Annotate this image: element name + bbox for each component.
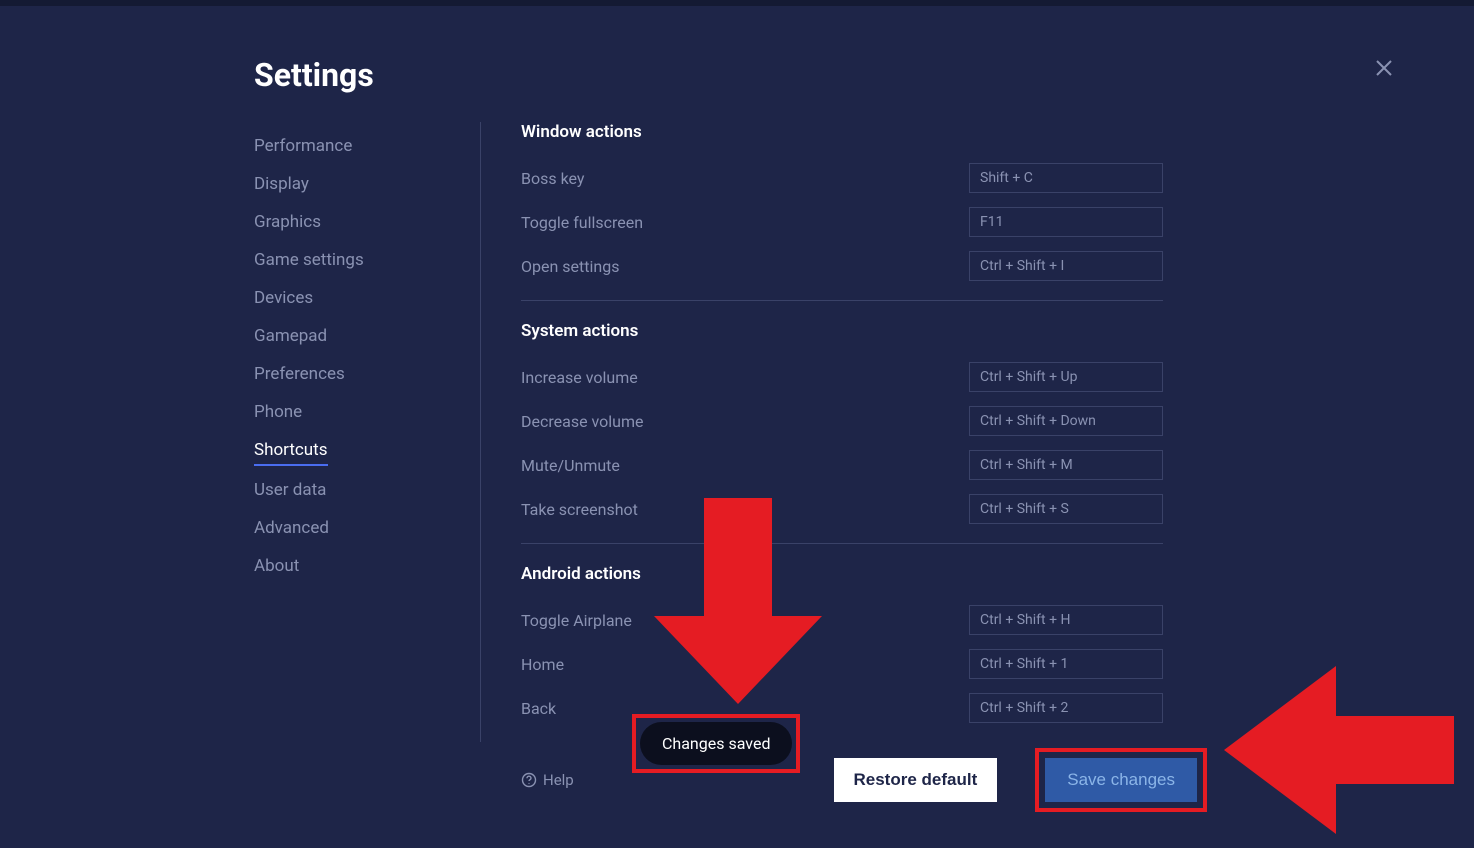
section-title-android-actions: Android actions — [521, 564, 1163, 598]
help-label: Help — [543, 771, 574, 789]
toast-changes-saved: Changes saved — [640, 722, 792, 765]
shortcut-input-volume-down[interactable]: Ctrl + Shift + Down — [969, 406, 1163, 436]
shortcut-label: Toggle Airplane — [521, 611, 632, 630]
shortcut-label: Increase volume — [521, 368, 638, 387]
sidebar-item-phone[interactable]: Phone — [254, 394, 454, 432]
sidebar-item-gamepad[interactable]: Gamepad — [254, 318, 454, 356]
shortcut-row: Open settings Ctrl + Shift + I — [521, 244, 1163, 288]
shortcut-label: Boss key — [521, 169, 584, 188]
close-icon — [1374, 58, 1394, 78]
top-border — [0, 0, 1474, 6]
section-divider — [521, 543, 1163, 544]
shortcut-row: Take screenshot Ctrl + Shift + S — [521, 487, 1163, 531]
shortcut-label: Home — [521, 655, 564, 674]
settings-sidebar: Performance Display Graphics Game settin… — [254, 128, 454, 586]
section-title-system-actions: System actions — [521, 321, 1163, 355]
annotation-highlight-save: Save changes — [1035, 748, 1207, 812]
shortcut-label: Decrease volume — [521, 412, 644, 431]
restore-default-button[interactable]: Restore default — [834, 758, 998, 802]
shortcut-input-boss-key[interactable]: Shift + C — [969, 163, 1163, 193]
shortcut-label: Toggle fullscreen — [521, 213, 643, 232]
shortcut-row: Home Ctrl + Shift + 1 — [521, 642, 1163, 686]
annotation-arrow-down — [654, 498, 822, 704]
section-title-window-actions: Window actions — [521, 122, 1163, 156]
settings-content: Window actions Boss key Shift + C Toggle… — [521, 122, 1163, 730]
shortcut-row: Toggle Airplane Ctrl + Shift + H — [521, 598, 1163, 642]
shortcut-label: Mute/Unmute — [521, 456, 620, 475]
shortcut-row: Decrease volume Ctrl + Shift + Down — [521, 399, 1163, 443]
page-title: Settings — [254, 56, 374, 94]
vertical-divider — [480, 122, 481, 742]
sidebar-item-about[interactable]: About — [254, 548, 454, 586]
shortcut-input-airplane[interactable]: Ctrl + Shift + H — [969, 605, 1163, 635]
shortcut-input-fullscreen[interactable]: F11 — [969, 207, 1163, 237]
shortcut-label: Take screenshot — [521, 500, 638, 519]
save-changes-button[interactable]: Save changes — [1045, 758, 1197, 802]
shortcut-row: Toggle fullscreen F11 — [521, 200, 1163, 244]
sidebar-item-user-data[interactable]: User data — [254, 472, 454, 510]
shortcut-row: Mute/Unmute Ctrl + Shift + M — [521, 443, 1163, 487]
sidebar-item-preferences[interactable]: Preferences — [254, 356, 454, 394]
shortcut-input-back[interactable]: Ctrl + Shift + 2 — [969, 693, 1163, 723]
help-icon — [521, 772, 537, 788]
sidebar-item-shortcuts[interactable]: Shortcuts — [254, 432, 328, 466]
shortcut-input-volume-up[interactable]: Ctrl + Shift + Up — [969, 362, 1163, 392]
sidebar-item-display[interactable]: Display — [254, 166, 454, 204]
close-button[interactable] — [1372, 56, 1396, 80]
sidebar-item-devices[interactable]: Devices — [254, 280, 454, 318]
footer-bar: Help Restore default Save changes — [521, 748, 1207, 812]
sidebar-item-graphics[interactable]: Graphics — [254, 204, 454, 242]
shortcut-label: Open settings — [521, 257, 619, 276]
sidebar-item-performance[interactable]: Performance — [254, 128, 454, 166]
annotation-highlight-toast: Changes saved — [632, 714, 800, 773]
help-link[interactable]: Help — [521, 771, 574, 789]
shortcut-row: Back Ctrl + Shift + 2 — [521, 686, 1163, 730]
shortcut-input-mute[interactable]: Ctrl + Shift + M — [969, 450, 1163, 480]
shortcut-row: Increase volume Ctrl + Shift + Up — [521, 355, 1163, 399]
sidebar-item-game-settings[interactable]: Game settings — [254, 242, 454, 280]
section-divider — [521, 300, 1163, 301]
shortcut-input-home[interactable]: Ctrl + Shift + 1 — [969, 649, 1163, 679]
shortcut-input-screenshot[interactable]: Ctrl + Shift + S — [969, 494, 1163, 524]
annotation-arrow-left — [1224, 666, 1454, 834]
shortcut-label: Back — [521, 699, 556, 718]
shortcut-input-open-settings[interactable]: Ctrl + Shift + I — [969, 251, 1163, 281]
sidebar-item-advanced[interactable]: Advanced — [254, 510, 454, 548]
shortcut-row: Boss key Shift + C — [521, 156, 1163, 200]
